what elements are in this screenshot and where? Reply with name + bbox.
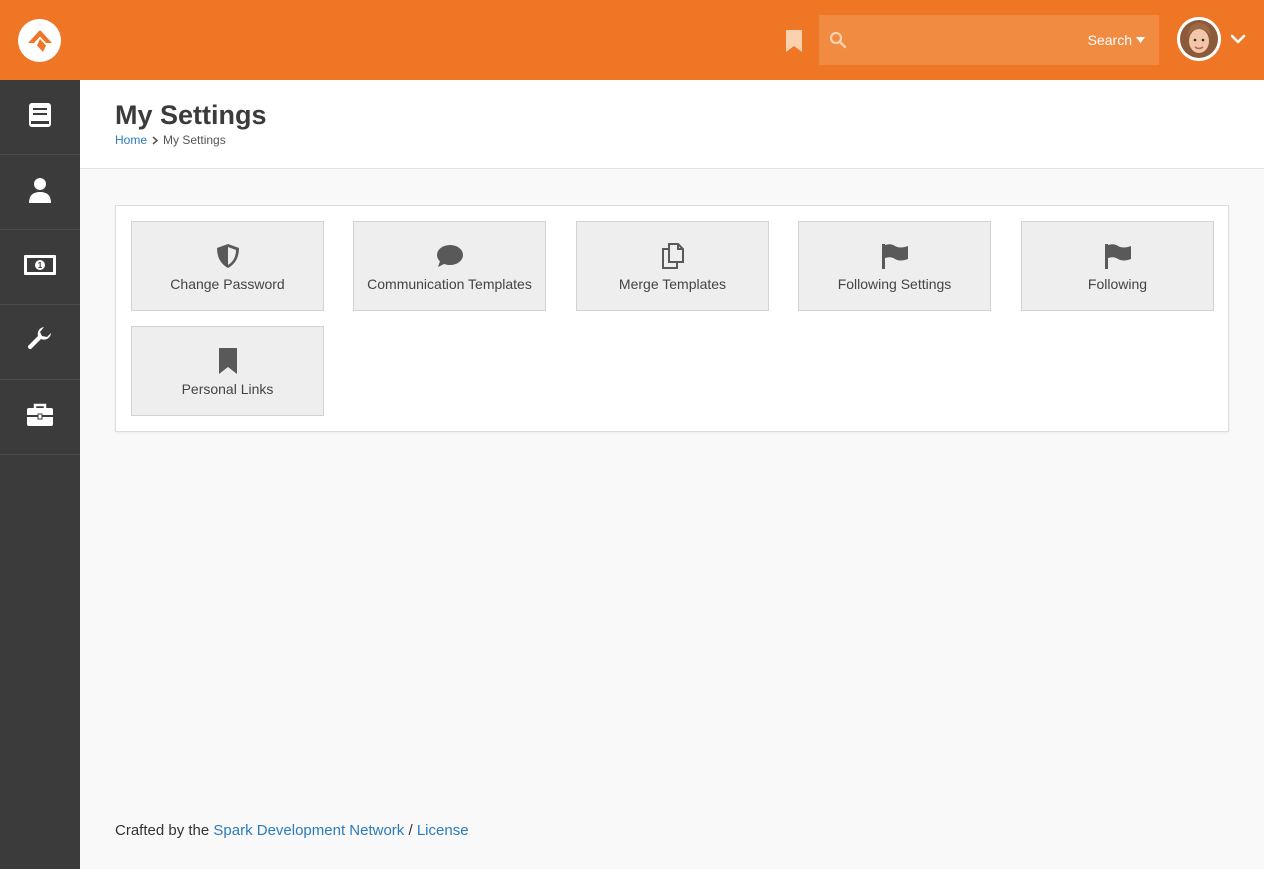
sidebar-item-admin[interactable] — [0, 380, 80, 455]
flag-icon — [881, 242, 909, 270]
svg-text:1: 1 — [38, 261, 43, 270]
search-input[interactable] — [857, 25, 1077, 55]
breadcrumb-current: My Settings — [163, 133, 226, 147]
license-link[interactable]: License — [417, 822, 469, 839]
footer: Crafted by the Spark Development Network… — [115, 822, 469, 839]
footer-prefix: Crafted by the — [115, 822, 210, 839]
tile-communication-templates[interactable]: Communication Templates — [353, 221, 546, 311]
page-header: My Settings Home My Settings — [80, 80, 1264, 169]
tile-merge-templates[interactable]: Merge Templates — [576, 221, 769, 311]
briefcase-icon — [26, 403, 54, 432]
page-title: My Settings — [115, 100, 267, 130]
tile-label: Merge Templates — [618, 276, 727, 292]
footer-separator: / — [408, 822, 413, 839]
tile-change-password[interactable]: Change Password — [131, 221, 324, 311]
caret-down-icon — [1136, 37, 1145, 43]
breadcrumb: Home My Settings — [115, 133, 226, 147]
tile-label: Change Password — [170, 276, 285, 292]
money-icon: 1 — [23, 254, 57, 281]
breadcrumb-home-link[interactable]: Home — [115, 133, 147, 147]
search-type-dropdown[interactable]: Search — [1088, 32, 1145, 48]
settings-panel: Change Password Communication Templates … — [115, 205, 1229, 432]
tile-personal-links[interactable]: Personal Links — [131, 326, 324, 416]
rock-logo-icon[interactable] — [18, 19, 61, 62]
search-type-label: Search — [1087, 32, 1132, 48]
search-bar: Search — [819, 15, 1159, 65]
comment-icon — [436, 242, 464, 270]
book-icon — [28, 102, 52, 133]
tile-label: Personal Links — [181, 381, 274, 397]
tile-label: Following — [1087, 276, 1148, 292]
spark-link[interactable]: Spark Development Network — [213, 822, 404, 839]
shield-icon — [214, 242, 242, 270]
tile-label: Following Settings — [837, 276, 952, 292]
wrench-icon — [26, 326, 54, 359]
tile-label: Communication Templates — [367, 276, 532, 292]
tile-following-settings[interactable]: Following Settings — [798, 221, 991, 311]
sidebar-item-finance[interactable]: 1 — [0, 230, 80, 305]
search-icon — [829, 31, 847, 49]
copy-icon — [659, 242, 687, 270]
avatar[interactable] — [1177, 17, 1221, 61]
sidebar-item-book[interactable] — [0, 80, 80, 155]
flag-icon — [1104, 242, 1132, 270]
sidebar-item-tools[interactable] — [0, 305, 80, 380]
bookmark-icon — [214, 347, 242, 375]
person-icon — [28, 177, 52, 208]
sidebar-item-people[interactable] — [0, 155, 80, 230]
chevron-right-icon — [152, 135, 159, 145]
tile-following[interactable]: Following — [1021, 221, 1214, 311]
chevron-down-icon[interactable] — [1230, 32, 1246, 46]
sidebar: 1 — [0, 80, 80, 869]
bookmark-icon[interactable] — [784, 29, 804, 53]
top-bar: Search — [0, 0, 1264, 80]
